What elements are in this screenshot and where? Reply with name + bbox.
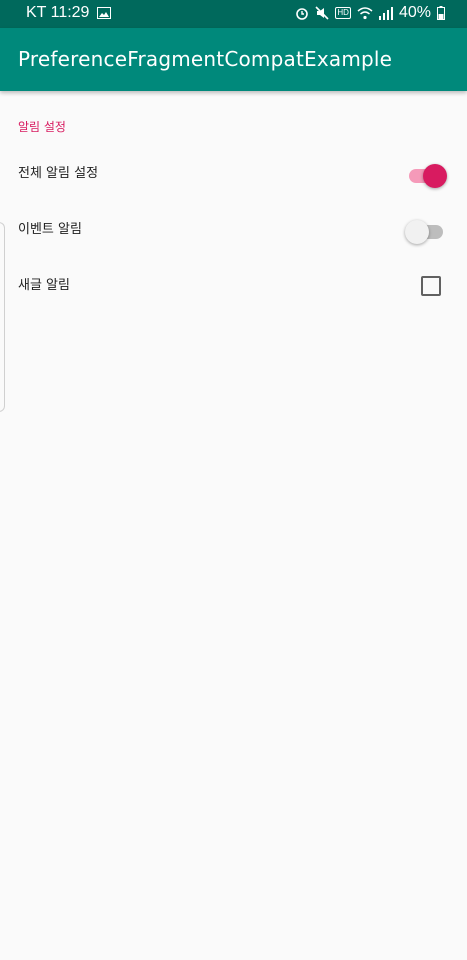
preference-label: 새글 알림 xyxy=(18,278,70,293)
edge-panel-handle[interactable] xyxy=(0,222,5,412)
preference-event-notifications[interactable]: 이벤트 알림 xyxy=(0,202,467,258)
switch-thumb xyxy=(405,220,429,244)
all-notifications-switch[interactable] xyxy=(407,164,447,188)
preference-category-title: 알림 설정 xyxy=(18,120,66,134)
preference-new-post-notifications[interactable]: 새글 알림 xyxy=(0,258,467,314)
new-post-checkbox[interactable] xyxy=(421,276,441,296)
status-left: KT 11:29 xyxy=(26,4,112,22)
alarm-icon xyxy=(295,6,309,20)
carrier-time: KT 11:29 xyxy=(26,4,90,21)
preference-all-notifications[interactable]: 전체 알림 설정 xyxy=(0,146,467,202)
event-notifications-switch[interactable] xyxy=(405,220,445,244)
image-icon xyxy=(97,7,112,19)
signal-icon xyxy=(378,6,393,20)
preference-label: 전체 알림 설정 xyxy=(18,166,99,181)
hd-icon: HD xyxy=(335,7,351,19)
mute-icon xyxy=(315,6,329,20)
app-bar: PreferenceFragmentCompatExample xyxy=(0,28,467,91)
switch-thumb xyxy=(423,164,447,188)
app-title: PreferenceFragmentCompatExample xyxy=(18,47,393,71)
wifi-icon xyxy=(357,6,373,20)
status-right: HD 40% xyxy=(295,4,445,22)
battery-text: 40% xyxy=(398,4,431,21)
status-bar: KT 11:29 HD 40% xyxy=(0,0,467,28)
battery-icon xyxy=(437,6,445,20)
preference-label: 이벤트 알림 xyxy=(18,222,82,237)
